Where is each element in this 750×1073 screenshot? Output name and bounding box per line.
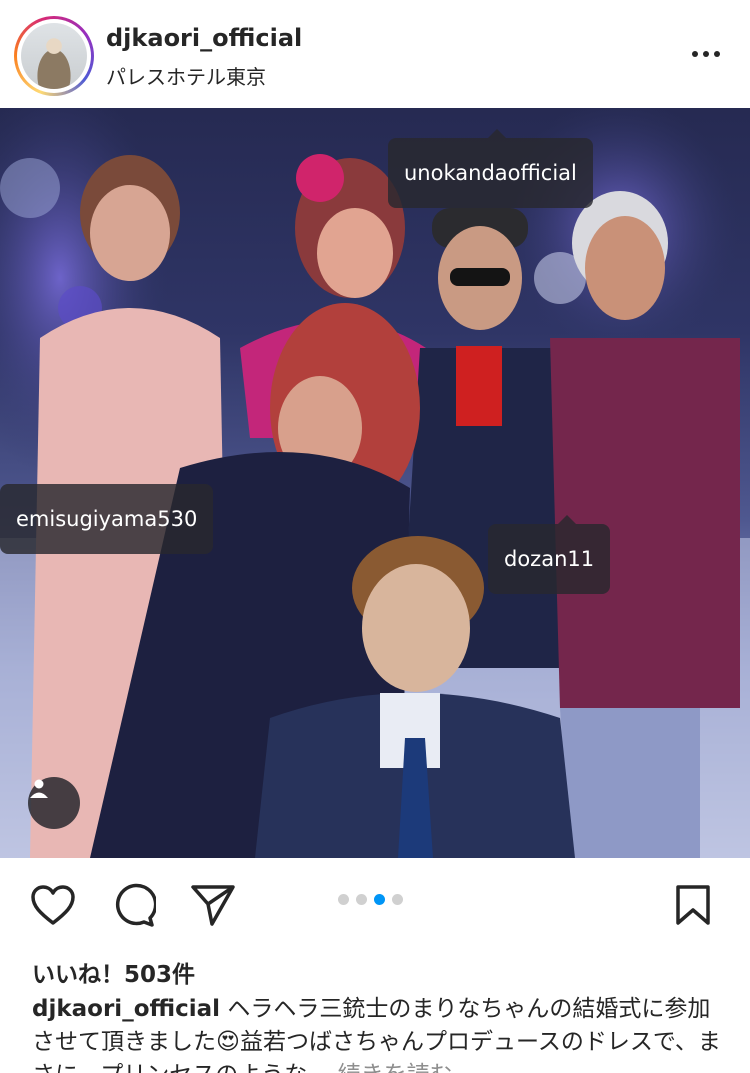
comment-icon[interactable] — [108, 880, 158, 930]
post-username[interactable]: djkaori_official — [106, 24, 302, 52]
caption-username[interactable]: djkaori_official — [32, 996, 220, 1022]
post-location[interactable]: パレスホテル東京 — [106, 61, 266, 90]
carousel-dot-active — [374, 894, 385, 905]
post-header: djkaori_official パレスホテル東京 — [0, 0, 750, 108]
carousel-dot — [338, 894, 349, 905]
send-icon[interactable] — [188, 880, 238, 930]
user-tag[interactable]: dozan11 — [488, 515, 611, 594]
bookmark-icon[interactable] — [668, 880, 718, 930]
read-more-link[interactable]: 続きを読む — [338, 1062, 453, 1073]
profile-avatar[interactable] — [14, 16, 94, 96]
heart-icon[interactable] — [28, 880, 78, 930]
carousel-indicator — [338, 894, 403, 905]
person-icon[interactable] — [28, 777, 80, 829]
photo-illustration — [0, 108, 750, 858]
like-count[interactable]: いいね！503件 — [32, 955, 195, 989]
avatar-image — [21, 23, 87, 89]
user-tag[interactable]: unokandaofficial — [388, 129, 593, 208]
carousel-dot — [356, 894, 367, 905]
carousel-dot — [392, 894, 403, 905]
more-icon[interactable] — [682, 40, 730, 68]
action-bar — [0, 858, 750, 948]
post-photo[interactable]: unokandaofficial emisugiyama530 dozan11 — [0, 108, 750, 858]
user-tag[interactable]: emisugiyama530 — [0, 484, 214, 554]
post-caption: djkaori_official ヘラヘラ三銃士のまりなちゃんの結婚式に参加させ… — [32, 993, 722, 1073]
